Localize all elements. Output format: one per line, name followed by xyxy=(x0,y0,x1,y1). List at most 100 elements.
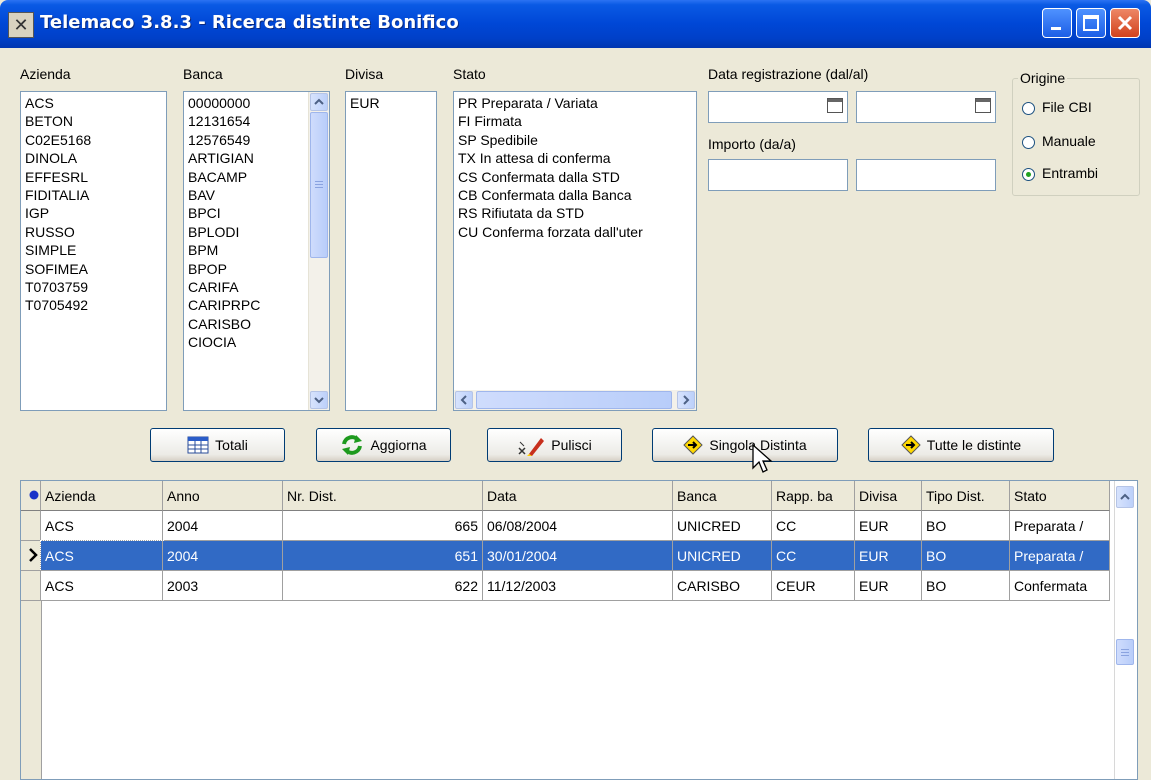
radio-file-cbi[interactable] xyxy=(1022,102,1035,115)
calendar-icon[interactable] xyxy=(975,98,991,113)
column-header[interactable]: Azienda xyxy=(41,481,163,511)
scroll-thumb[interactable] xyxy=(310,112,328,258)
column-header[interactable]: Rapp. ba xyxy=(772,481,855,511)
tutte-le-distinte-button[interactable]: Tutte le distinte xyxy=(868,428,1054,462)
table-cell[interactable]: CC xyxy=(772,511,855,541)
table-cell[interactable]: UNICRED xyxy=(673,541,772,571)
tutte-le-distinte-label: Tutte le distinte xyxy=(926,437,1022,453)
table-cell[interactable]: CC xyxy=(772,541,855,571)
table-cell[interactable]: 622 xyxy=(283,571,483,601)
table-cell[interactable]: ACS xyxy=(41,571,163,601)
table-cell[interactable]: 2004 xyxy=(163,541,283,571)
table-cell[interactable]: BO xyxy=(922,541,1010,571)
azienda-list-item[interactable]: C02E5168 xyxy=(21,131,166,149)
stato-list-item[interactable]: CS Confermata dalla STD xyxy=(454,168,696,186)
azienda-list[interactable]: ACS BETON C02E5168 DINOLA EFFESRL FIDITALIA IG… xyxy=(20,91,167,411)
importo-a-field[interactable] xyxy=(856,159,996,191)
row-indicator[interactable] xyxy=(21,541,41,571)
stato-list[interactable]: PR Preparata / Variata FI Firmata SP Spedi… xyxy=(453,91,697,411)
table-cell[interactable]: CARISBO xyxy=(673,571,772,601)
header-indicator[interactable] xyxy=(21,481,41,511)
column-header[interactable]: Banca xyxy=(673,481,772,511)
azienda-list-item[interactable]: SIMPLE xyxy=(21,241,166,259)
stato-list-item[interactable]: CU Conferma forzata dall'uter xyxy=(454,223,696,241)
close-button[interactable] xyxy=(1110,8,1140,38)
azienda-list-item[interactable]: FIDITALIA xyxy=(21,186,166,204)
stato-list-item[interactable]: TX In attesa di conferma xyxy=(454,149,696,167)
scroll-down-button[interactable] xyxy=(310,391,328,409)
totali-label: Totali xyxy=(215,437,248,453)
table-cell[interactable]: BO xyxy=(922,571,1010,601)
data-dal-field[interactable] xyxy=(708,91,848,123)
stato-list-item[interactable]: RS Rifiutata da STD xyxy=(454,204,696,222)
azienda-list-item[interactable]: DINOLA xyxy=(21,149,166,167)
column-header[interactable]: Divisa xyxy=(855,481,922,511)
azienda-list-item[interactable]: T0703759 xyxy=(21,278,166,296)
stato-list-item[interactable]: PR Preparata / Variata xyxy=(454,94,696,112)
table-cell[interactable]: 06/08/2004 xyxy=(483,511,673,541)
grid-scroll-thumb[interactable] xyxy=(1116,639,1134,665)
totali-button[interactable]: Totali xyxy=(150,428,285,462)
table-cell[interactable]: EUR xyxy=(855,541,922,571)
table-cell[interactable]: 30/01/2004 xyxy=(483,541,673,571)
table-cell[interactable]: Preparata / xyxy=(1010,541,1110,571)
table-cell[interactable]: 651 xyxy=(283,541,483,571)
azienda-list-item[interactable]: EFFESRL xyxy=(21,168,166,186)
column-header[interactable]: Stato xyxy=(1010,481,1110,511)
azienda-label: Azienda xyxy=(20,66,71,82)
distinte-grid[interactable]: Azienda Anno Nr. Dist. Data Banca Rapp. ba Div… xyxy=(20,480,1138,780)
table-cell[interactable]: EUR xyxy=(855,511,922,541)
table-cell[interactable]: EUR xyxy=(855,571,922,601)
scroll-left-button[interactable] xyxy=(455,391,473,409)
table-cell[interactable]: ACS xyxy=(41,511,163,541)
aggiorna-button[interactable]: Aggiorna xyxy=(316,428,451,462)
grid-scroll-up-button[interactable] xyxy=(1116,486,1134,508)
azienda-list-item[interactable]: BETON xyxy=(21,112,166,130)
stato-h-scrollbar[interactable] xyxy=(454,390,696,410)
table-cell[interactable]: Confermata xyxy=(1010,571,1110,601)
table-cell[interactable]: 665 xyxy=(283,511,483,541)
stato-list-item[interactable]: CB Confermata dalla Banca xyxy=(454,186,696,204)
maximize-button[interactable] xyxy=(1076,8,1106,38)
column-header[interactable]: Anno xyxy=(163,481,283,511)
scroll-right-button[interactable] xyxy=(677,391,695,409)
stato-list-item[interactable]: FI Firmata xyxy=(454,112,696,130)
stato-list-item[interactable]: SP Spedibile xyxy=(454,131,696,149)
app-icon[interactable]: ✕ xyxy=(8,12,34,38)
azienda-list-item[interactable]: RUSSO xyxy=(21,223,166,241)
column-header[interactable]: Nr. Dist. xyxy=(283,481,483,511)
banca-scrollbar[interactable] xyxy=(308,92,329,410)
table-cell[interactable]: BO xyxy=(922,511,1010,541)
radio-entrambi[interactable] xyxy=(1022,168,1035,181)
row-indicator[interactable] xyxy=(21,571,41,601)
column-header[interactable]: Data xyxy=(483,481,673,511)
azienda-list-item[interactable]: IGP xyxy=(21,204,166,222)
divisa-list-item[interactable]: EUR xyxy=(346,94,436,112)
row-indicator[interactable] xyxy=(21,511,41,541)
table-cell[interactable]: Preparata / xyxy=(1010,511,1110,541)
grid-scrollbar[interactable] xyxy=(1114,481,1137,779)
pulisci-button[interactable]: Pulisci xyxy=(487,428,622,462)
table-cell[interactable]: 2003 xyxy=(163,571,283,601)
azienda-list-item[interactable]: T0705492 xyxy=(21,296,166,314)
azienda-list-item[interactable]: ACS xyxy=(21,94,166,112)
table-cell[interactable]: UNICRED xyxy=(673,511,772,541)
scroll-up-button[interactable] xyxy=(310,93,328,111)
minimize-button[interactable] xyxy=(1042,8,1072,38)
radio-manuale[interactable] xyxy=(1022,136,1035,149)
divisa-list[interactable]: EUR xyxy=(345,91,437,411)
stato-label: Stato xyxy=(453,66,486,82)
singola-distinta-button[interactable]: Singola Distinta xyxy=(652,428,838,462)
banca-list[interactable]: 00000000 12131654 12576549 ARTIGIAN BACAMP BA… xyxy=(183,91,330,411)
importo-da-field[interactable] xyxy=(708,159,848,191)
data-al-field[interactable] xyxy=(856,91,996,123)
h-scroll-thumb[interactable] xyxy=(476,391,672,409)
table-cell[interactable]: 11/12/2003 xyxy=(483,571,673,601)
column-header[interactable]: Tipo Dist. xyxy=(922,481,1010,511)
table-cell[interactable]: 2004 xyxy=(163,511,283,541)
calendar-icon[interactable] xyxy=(827,98,843,113)
table-cell[interactable]: CEUR xyxy=(772,571,855,601)
table-cell[interactable]: ACS xyxy=(40,540,164,572)
azienda-list-item[interactable]: SOFIMEA xyxy=(21,260,166,278)
close-icon xyxy=(1117,15,1133,31)
